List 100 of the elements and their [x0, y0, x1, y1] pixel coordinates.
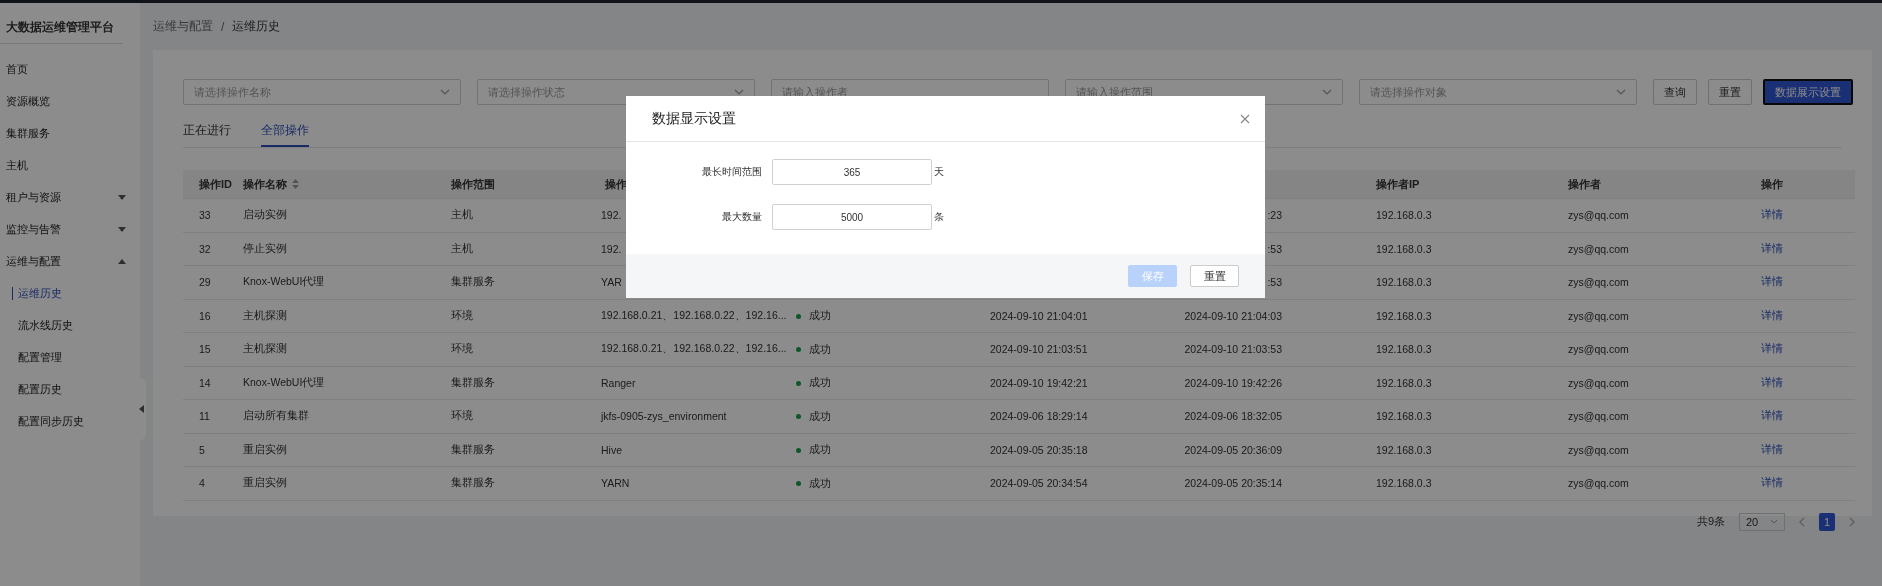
- breadcrumb-item[interactable]: 运维与配置: [153, 18, 213, 35]
- details-link[interactable]: 详情: [1761, 476, 1783, 489]
- table-cell: 11: [199, 410, 210, 423]
- table-cell: 2024-09-10 21:03:53: [1184, 343, 1282, 356]
- sidebar-item[interactable]: 租户与资源: [0, 181, 140, 213]
- field-label: 最大数量: [721, 210, 762, 224]
- page-button[interactable]: 1: [1819, 512, 1835, 531]
- table-cell: 主机: [451, 241, 473, 254]
- table-cell: 29: [199, 276, 211, 289]
- table-cell: 192.168.0.21、192.168.0.22、192.16...: [601, 342, 787, 355]
- table-cell: 16: [199, 309, 211, 322]
- table-cell: :23: [1267, 209, 1282, 222]
- chevron-down-icon: [1770, 519, 1778, 524]
- table-cell: 集群服务: [451, 275, 495, 288]
- total-count: 共9条: [1696, 514, 1725, 529]
- action-button[interactable]: 重置: [1708, 79, 1752, 105]
- chevron-left-icon[interactable]: [1799, 516, 1805, 527]
- table-cell: zys@qq.com: [1568, 209, 1629, 222]
- table-cell: zys@qq.com: [1568, 242, 1629, 255]
- action-button[interactable]: 查询: [1653, 79, 1697, 105]
- table-cell: zys@qq.com: [1568, 443, 1629, 456]
- reset-button[interactable]: 重置: [1190, 265, 1239, 287]
- table-cell: 192.168.0.3: [1376, 477, 1432, 490]
- table-cell: 192.168.0.3: [1376, 309, 1432, 322]
- details-link[interactable]: 详情: [1761, 241, 1783, 254]
- breadcrumb-separator: /: [221, 19, 225, 34]
- sidebar-item[interactable]: 主机: [0, 149, 140, 181]
- column-header: 操作: [604, 176, 628, 192]
- column-header: 操作ID: [198, 176, 233, 192]
- unit-label: 天: [934, 165, 944, 179]
- caret-down-icon: [118, 226, 126, 232]
- status-label: 成功: [796, 376, 831, 390]
- table-cell: 重启实例: [243, 442, 287, 455]
- column-header: 操作者IP: [1375, 176, 1421, 192]
- column-header[interactable]: 操作名称: [235, 176, 443, 192]
- sidebar-item[interactable]: 集群服务: [0, 117, 140, 149]
- table-cell: :53: [1267, 242, 1282, 255]
- details-link[interactable]: 详情: [1761, 208, 1783, 221]
- details-link[interactable]: 详情: [1761, 275, 1783, 288]
- sort-icon: [292, 179, 299, 189]
- caret-down-icon: [118, 194, 126, 200]
- chevron-down-icon: [734, 89, 744, 95]
- table-cell: 环境: [451, 308, 473, 321]
- sidebar-subitem[interactable]: 运维历史: [0, 277, 140, 309]
- details-link[interactable]: 详情: [1761, 442, 1783, 455]
- input-field[interactable]: 5000: [772, 204, 932, 230]
- status-label: 成功: [796, 342, 831, 357]
- table-cell: 2024-09-05 20:36:09: [1184, 443, 1282, 456]
- input-field[interactable]: 365: [772, 159, 932, 185]
- table-cell: 启动实例: [243, 208, 287, 221]
- table-cell: 2024-09-10 21:04:03: [1184, 309, 1282, 322]
- table-cell: YAR: [601, 276, 622, 289]
- page-size-select[interactable]: 20: [1739, 512, 1785, 531]
- table-cell: 2024-09-10 21:03:51: [990, 343, 1088, 356]
- table-cell: zys@qq.com: [1568, 343, 1629, 356]
- table-cell: 192.168.0.3: [1376, 443, 1432, 456]
- sidebar-item[interactable]: 监控与告警: [0, 213, 140, 245]
- collapse-handle[interactable]: [136, 378, 146, 440]
- tab[interactable]: 全部操作: [261, 122, 309, 147]
- details-link[interactable]: 详情: [1761, 342, 1783, 355]
- table-cell: zys@qq.com: [1568, 376, 1629, 389]
- table-cell: 192.168.0.21、192.168.0.22、192.16...: [601, 308, 787, 321]
- sidebar-item[interactable]: 运维与配置: [0, 245, 140, 277]
- sidebar-item[interactable]: 首页: [0, 53, 140, 85]
- table-cell: 2024-09-10 21:04:01: [990, 309, 1088, 322]
- table-cell: 192.168.0.3: [1376, 276, 1432, 289]
- sidebar-subitem[interactable]: 流水线历史: [0, 309, 140, 341]
- table-cell: zys@qq.com: [1568, 477, 1629, 490]
- table-cell: 2024-09-06 18:29:14: [990, 410, 1088, 423]
- tab[interactable]: 正在进行: [183, 122, 231, 147]
- table-cell: 环境: [451, 342, 473, 355]
- chevron-down-icon: [440, 89, 450, 95]
- table-cell: 重启实例: [243, 476, 287, 489]
- table-cell: 集群服务: [451, 442, 495, 455]
- status-label: 成功: [796, 476, 831, 491]
- column-header: 操作范围: [450, 176, 496, 192]
- table-cell: 15: [199, 343, 211, 356]
- table-cell: :53: [1267, 276, 1282, 289]
- sidebar-subitem[interactable]: 配置管理: [0, 341, 140, 373]
- details-link[interactable]: 详情: [1761, 409, 1783, 422]
- sidebar-item[interactable]: 资源概览: [0, 85, 140, 117]
- table-cell: YARN: [601, 477, 630, 490]
- caret-up-icon: [118, 258, 126, 264]
- details-link[interactable]: 详情: [1761, 375, 1783, 388]
- unit-label: 条: [934, 210, 944, 224]
- table-cell: zys@qq.com: [1568, 276, 1629, 289]
- table-cell: jkfs-0905-zys_environment: [601, 410, 727, 423]
- app-title: 大数据运维管理平台: [0, 3, 123, 44]
- table-cell: 2024-09-06 18:32:05: [1184, 410, 1282, 423]
- details-link[interactable]: 详情: [1761, 308, 1783, 321]
- table-cell: 33: [199, 209, 211, 222]
- table-cell: 主机: [451, 208, 473, 221]
- table-cell: 2024-09-05 20:35:14: [1184, 477, 1282, 490]
- close-icon[interactable]: [1240, 113, 1250, 124]
- settings-button[interactable]: 数据展示设置: [1763, 79, 1853, 105]
- table-cell: 停止实例: [243, 241, 287, 254]
- chevron-right-icon[interactable]: [1849, 516, 1855, 527]
- table-cell: 192.168.0.3: [1376, 343, 1432, 356]
- table-cell: 192.168.0.3: [1376, 242, 1432, 255]
- table-cell: Knox-WebUI代理: [243, 375, 325, 388]
